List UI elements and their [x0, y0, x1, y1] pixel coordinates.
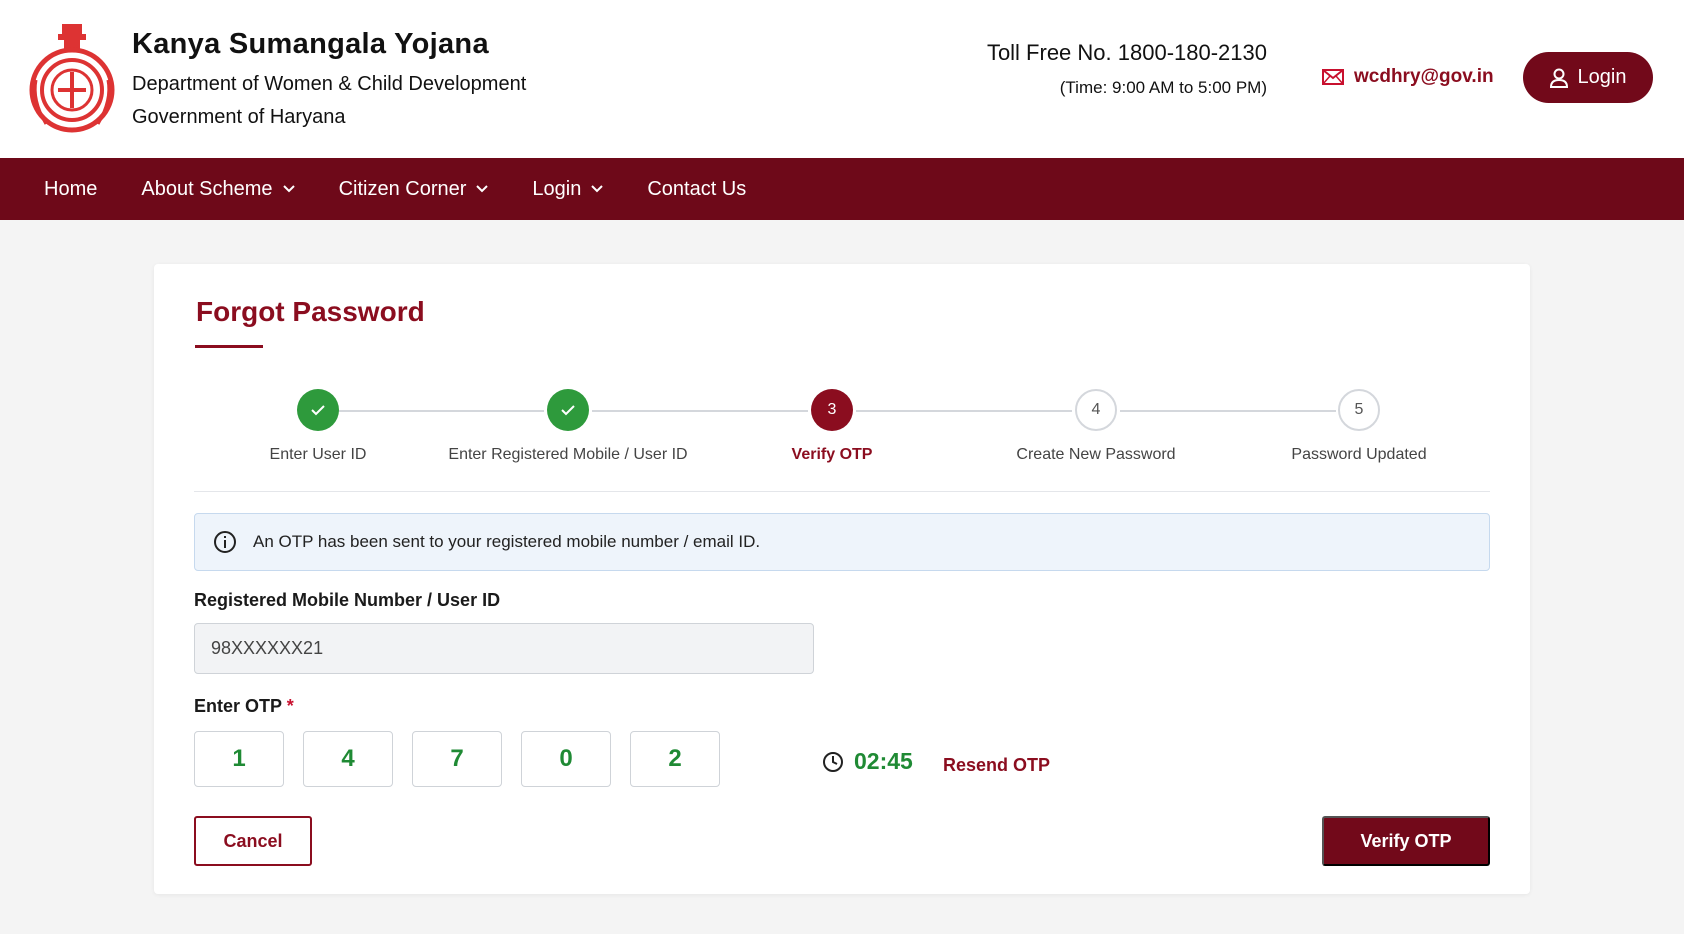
nav-item-label: Home	[44, 177, 98, 200]
step-label: Password Updated	[1291, 446, 1427, 463]
toll-free-time: (Time: 9:00 AM to 5:00 PM)	[1059, 78, 1267, 97]
nav-item-label: Citizen Corner	[338, 177, 467, 200]
step-3-circle: 3	[811, 389, 853, 431]
otp-inputs: 1 4 7 0 2	[194, 731, 720, 787]
nav-item-label: Contact Us	[647, 177, 747, 200]
check-icon	[311, 405, 325, 416]
chevron-down-icon	[282, 185, 295, 193]
progress-stepper: Enter User ID Enter Registered Mobile / …	[194, 389, 1490, 489]
nav-item-contact-us[interactable]: Contact Us	[647, 178, 746, 201]
timer-value: 02:45	[854, 748, 913, 774]
email-address: wcdhry@gov.in	[1354, 66, 1494, 87]
step-5: 5 Password Updated	[1209, 389, 1509, 464]
otp-digit-5[interactable]: 2	[630, 731, 720, 787]
check-icon	[561, 405, 575, 416]
info-icon	[214, 531, 236, 553]
otp-info-banner: An OTP has been sent to your registered …	[194, 513, 1490, 571]
stepper-divider	[194, 491, 1490, 492]
haryana-emblem-logo	[29, 24, 115, 133]
mobile-field-label: Registered Mobile Number / User ID	[194, 590, 501, 610]
department-name: Department of Women & Child Development	[132, 73, 527, 95]
forgot-password-card: Forgot Password Enter User ID Enter Regi…	[154, 264, 1530, 894]
step-3: 3 Verify OTP	[682, 389, 982, 464]
brand-block: Kanya Sumangala Yojana Department of Wom…	[132, 28, 526, 129]
nav-item-citizen-corner[interactable]: Citizen Corner	[339, 178, 489, 201]
chevron-down-icon	[476, 185, 489, 193]
otp-digit-1[interactable]: 1	[194, 731, 284, 787]
info-message: An OTP has been sent to your registered …	[253, 532, 761, 551]
verify-otp-button[interactable]: Verify OTP	[1322, 816, 1490, 866]
nav-item-about-scheme[interactable]: About Scheme	[141, 177, 295, 201]
site-header: Kanya Sumangala Yojana Department of Wom…	[0, 0, 1684, 158]
otp-digit-3[interactable]: 7	[412, 731, 502, 787]
step-5-circle: 5	[1338, 389, 1380, 431]
clock-icon	[823, 751, 843, 772]
title-underline	[195, 345, 263, 348]
main-nav: Home About Scheme Citizen Corner Login C…	[0, 158, 1684, 220]
nav-item-label: Login	[532, 177, 582, 200]
step-4: 4 Create New Password	[946, 389, 1246, 464]
login-label: Login	[1577, 66, 1627, 88]
step-label: Verify OTP	[791, 446, 873, 463]
cancel-button[interactable]: Cancel	[194, 816, 312, 866]
step-label: Create New Password	[1016, 446, 1176, 463]
step-1-circle	[297, 389, 339, 431]
mobile-field[interactable]	[194, 623, 814, 674]
step-2-circle	[547, 389, 589, 431]
header-login-button[interactable]: Login	[1523, 52, 1653, 103]
site-title: Kanya Sumangala Yojana	[132, 28, 489, 60]
page-title: Forgot Password	[196, 296, 425, 327]
chevron-down-icon	[591, 185, 604, 193]
nav-item-login[interactable]: Login	[532, 177, 604, 201]
resend-otp-link[interactable]: Resend OTP	[943, 755, 1050, 776]
otp-label: Enter OTP *	[194, 696, 294, 717]
step-2: Enter Registered Mobile / User ID	[418, 389, 718, 464]
nav-item-label: About Scheme	[141, 177, 273, 200]
user-icon	[1549, 68, 1568, 88]
step-4-circle: 4	[1075, 389, 1117, 431]
otp-timer: 02:45	[822, 748, 913, 775]
otp-digit-4[interactable]: 0	[521, 731, 611, 787]
otp-label-text: Enter OTP	[194, 696, 282, 716]
toll-free-block: Toll Free No. 1800-180-2130 (Time: 9:00 …	[900, 40, 1267, 98]
email-link[interactable]: wcdhry@gov.in	[1322, 66, 1494, 88]
required-marker: *	[286, 696, 294, 716]
nav-item-home[interactable]: Home	[44, 178, 97, 201]
mail-icon	[1322, 69, 1344, 85]
toll-free-number: Toll Free No. 1800-180-2130	[986, 40, 1267, 65]
government-name: Government of Haryana	[132, 106, 346, 128]
otp-digit-2[interactable]: 4	[303, 731, 393, 787]
step-label: Enter Registered Mobile / User ID	[448, 446, 688, 463]
